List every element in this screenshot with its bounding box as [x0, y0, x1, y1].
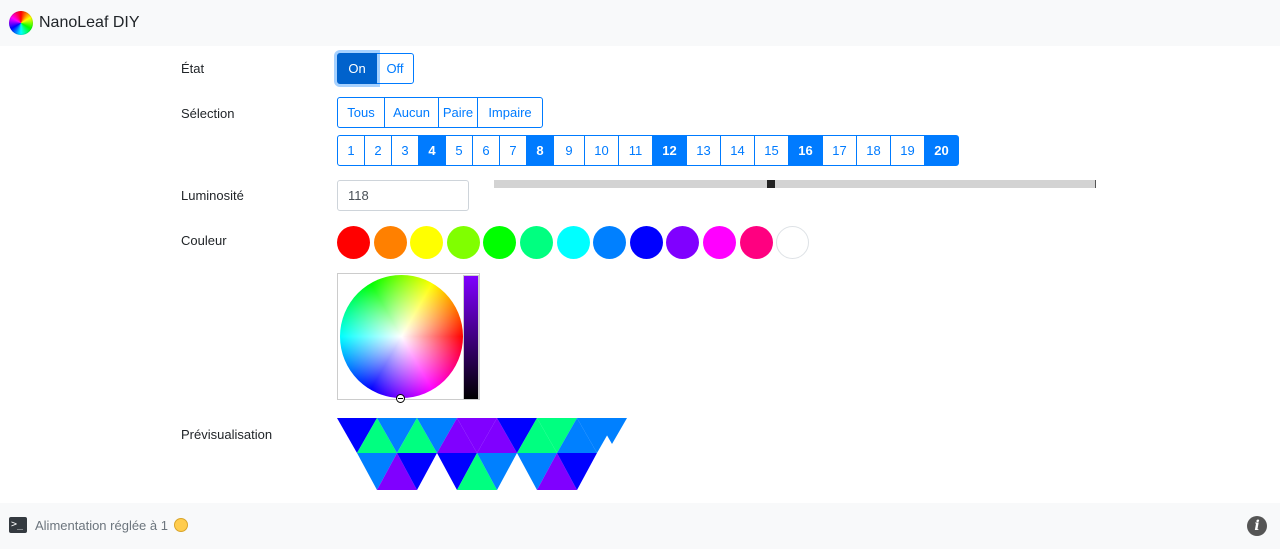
brightness-slider-handle[interactable]	[766, 180, 775, 188]
color-wheel-logo-icon	[9, 11, 33, 35]
panel-button-5[interactable]: 5	[445, 135, 473, 166]
panel-button-20[interactable]: 20	[924, 135, 959, 166]
brightness-slider[interactable]	[494, 180, 1096, 188]
selection-mode-group: Tous Aucun Paire Impaire	[337, 97, 543, 128]
panel-button-14[interactable]: 14	[720, 135, 755, 166]
value-slider[interactable]	[463, 275, 479, 400]
preview-bottom-row	[357, 453, 597, 490]
state-label: État	[181, 61, 205, 76]
color-wheel-marker[interactable]	[396, 394, 405, 403]
info-icon[interactable]: i	[1247, 516, 1267, 536]
panel-button-11[interactable]: 11	[618, 135, 653, 166]
color-label: Couleur	[181, 233, 227, 248]
select-odd-button[interactable]: Impaire	[477, 97, 543, 128]
panel-button-1[interactable]: 1	[337, 135, 365, 166]
panel-button-6[interactable]: 6	[472, 135, 500, 166]
navbar: NanoLeaf DIY	[0, 0, 1280, 46]
select-even-button[interactable]: Paire	[438, 97, 478, 128]
smiley-icon	[174, 518, 188, 532]
color-wheel[interactable]	[340, 275, 463, 398]
color-swatch[interactable]	[739, 226, 773, 259]
panel-button-15[interactable]: 15	[754, 135, 789, 166]
panel-button-18[interactable]: 18	[856, 135, 891, 166]
state-toggle: On Off	[337, 53, 414, 84]
terminal-icon[interactable]: >_	[9, 517, 27, 533]
preview-label: Prévisualisation	[181, 427, 273, 442]
panel-button-12[interactable]: 12	[652, 135, 687, 166]
panel-preview	[337, 418, 627, 490]
panel-button-13[interactable]: 13	[686, 135, 721, 166]
off-button[interactable]: Off	[376, 53, 414, 84]
color-swatch[interactable]	[629, 226, 663, 259]
color-swatch[interactable]	[666, 226, 700, 259]
panel-button-19[interactable]: 19	[890, 135, 925, 166]
selection-label: Sélection	[181, 106, 235, 121]
select-all-button[interactable]: Tous	[337, 97, 385, 128]
panel-button-16[interactable]: 16	[788, 135, 823, 166]
panel-button-4[interactable]: 4	[418, 135, 446, 166]
color-swatch[interactable]	[410, 226, 444, 259]
panel-button-9[interactable]: 9	[553, 135, 585, 166]
color-swatch[interactable]	[483, 226, 517, 259]
color-swatch[interactable]	[337, 226, 370, 259]
color-picker[interactable]	[337, 273, 480, 403]
status-bar	[0, 503, 1280, 549]
color-swatch[interactable]	[593, 226, 627, 259]
color-swatch[interactable]	[703, 226, 736, 259]
app-title[interactable]: NanoLeaf DIY	[39, 14, 140, 32]
panel-button-10[interactable]: 10	[584, 135, 619, 166]
status-message: Alimentation réglée à 1	[35, 518, 168, 533]
color-swatch[interactable]	[446, 226, 480, 259]
panel-selection-group: 1 2 3 4 5 6 7 8 9 10 11 12 13 14 15 16 17 18 19 20	[337, 135, 959, 166]
select-none-button[interactable]: Aucun	[384, 97, 439, 128]
brightness-input[interactable]: 118	[337, 180, 469, 211]
color-swatch[interactable]	[556, 226, 590, 259]
color-swatch[interactable]	[776, 226, 810, 259]
panel-button-8[interactable]: 8	[526, 135, 554, 166]
color-swatch[interactable]	[373, 226, 407, 259]
panel-button-17[interactable]: 17	[822, 135, 857, 166]
on-button[interactable]: On	[337, 53, 377, 84]
color-swatch[interactable]	[520, 226, 553, 259]
preview-top-row	[337, 418, 627, 453]
panel-button-3[interactable]: 3	[391, 135, 419, 166]
panel-button-7[interactable]: 7	[499, 135, 527, 166]
panel-button-2[interactable]: 2	[364, 135, 392, 166]
brightness-label: Luminosité	[181, 188, 244, 203]
